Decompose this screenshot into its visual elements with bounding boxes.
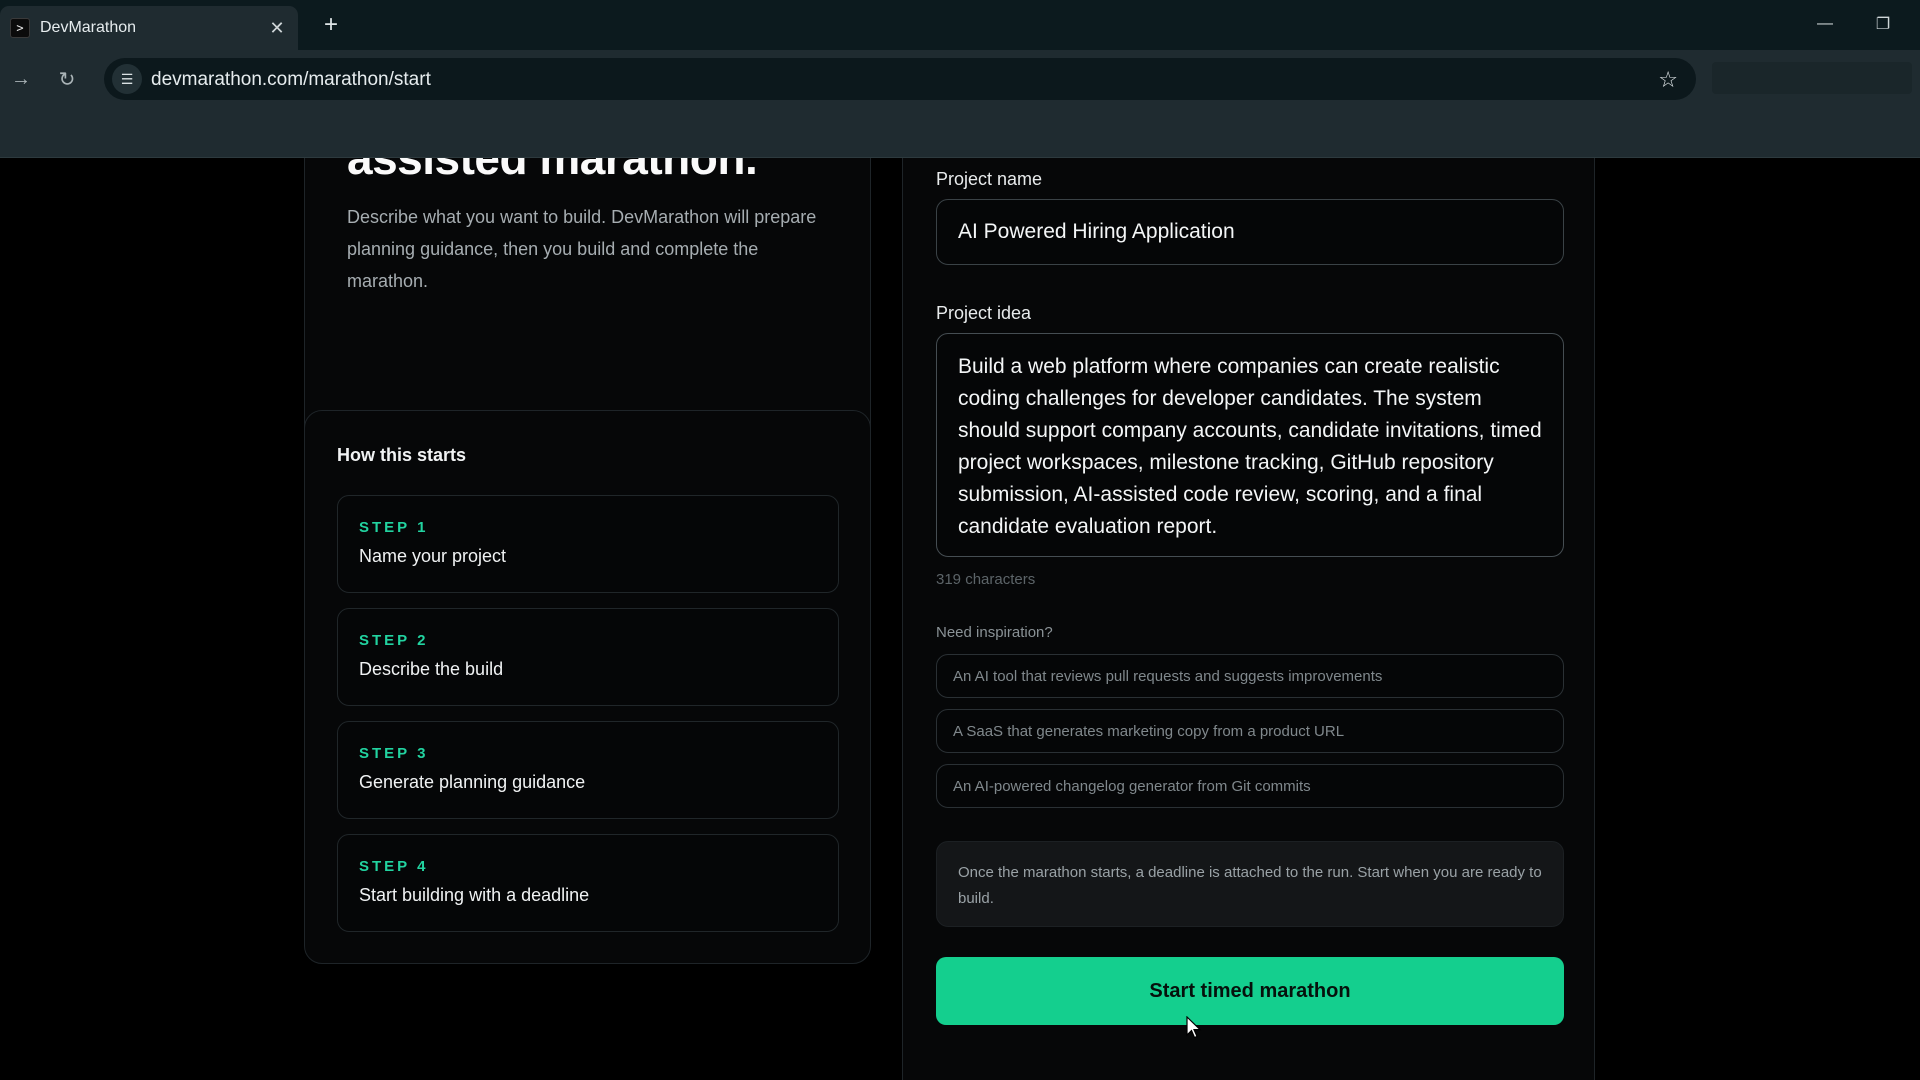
forward-arrow-icon[interactable]: → (6, 64, 36, 94)
step-text: Describe the build (359, 659, 504, 679)
page-title: assisted marathon. (347, 158, 758, 184)
step-label: STEP 3 (359, 745, 429, 762)
url-text[interactable]: devmarathon.com/marathon/start (151, 69, 431, 91)
devmarathon-favicon-icon: > (10, 18, 30, 38)
step-item: STEP 1 Name your project (337, 495, 839, 593)
page-description: Describe what you want to build. DevMara… (347, 207, 817, 291)
how-this-starts-card: How this starts STEP 1 Name your project… (304, 410, 871, 964)
inspiration-label: Need inspiration? (936, 624, 1053, 641)
start-timed-marathon-button[interactable]: Start timed marathon (936, 957, 1564, 1025)
site-settings-icon[interactable]: ☰ (112, 64, 142, 94)
character-count: 319 characters (936, 571, 1036, 588)
project-name-label: Project name (936, 169, 1043, 189)
browser-tab[interactable]: > DevMarathon ✕ (0, 6, 298, 50)
deadline-notice: Once the marathon starts, a deadline is … (936, 841, 1564, 927)
extensions-area (1712, 62, 1912, 94)
close-tab-icon[interactable]: ✕ (266, 17, 288, 39)
step-label: STEP 1 (359, 519, 429, 536)
project-idea-textarea[interactable]: Build a web platform where companies can… (936, 333, 1564, 557)
inspiration-suggestion[interactable]: An AI-powered changelog generator from G… (936, 764, 1564, 808)
project-idea-label: Project idea (936, 303, 1032, 323)
step-text: Generate planning guidance (359, 772, 586, 792)
tab-title: DevMarathon (40, 19, 137, 36)
project-form-card: Project name AI Powered Hiring Applicati… (902, 158, 1595, 1080)
restore-window-icon[interactable]: ❐ (1868, 10, 1898, 38)
step-text: Start building with a deadline (359, 885, 590, 905)
inspiration-suggestion[interactable]: An AI tool that reviews pull requests an… (936, 654, 1564, 698)
bookmark-star-icon[interactable]: ☆ (1658, 67, 1678, 93)
minimize-icon[interactable]: — (1810, 10, 1840, 38)
browser-toolbar: → ↻ ☰ devmarathon.com/marathon/start ☆ (0, 50, 1920, 106)
step-item: STEP 4 Start building with a deadline (337, 834, 839, 932)
step-label: STEP 2 (359, 632, 429, 649)
project-name-input[interactable]: AI Powered Hiring Application (936, 199, 1564, 265)
step-label: STEP 4 (359, 858, 429, 875)
steps-heading: How this starts (337, 445, 467, 465)
step-text: Name your project (359, 546, 507, 566)
address-bar[interactable]: ☰ devmarathon.com/marathon/start ☆ (104, 58, 1696, 100)
step-item: STEP 3 Generate planning guidance (337, 721, 839, 819)
page-content: assisted marathon. Describe what you wan… (0, 158, 1920, 1080)
inspiration-suggestion[interactable]: A SaaS that generates marketing copy fro… (936, 709, 1564, 753)
new-tab-plus-icon[interactable]: + (318, 11, 344, 38)
step-item: STEP 2 Describe the build (337, 608, 839, 706)
browser-tabstrip: > DevMarathon ✕ + — ❐ (0, 0, 1920, 50)
reload-icon[interactable]: ↻ (52, 64, 82, 94)
mouse-cursor-icon (1186, 1016, 1202, 1039)
bookmarks-bar (0, 106, 1920, 158)
